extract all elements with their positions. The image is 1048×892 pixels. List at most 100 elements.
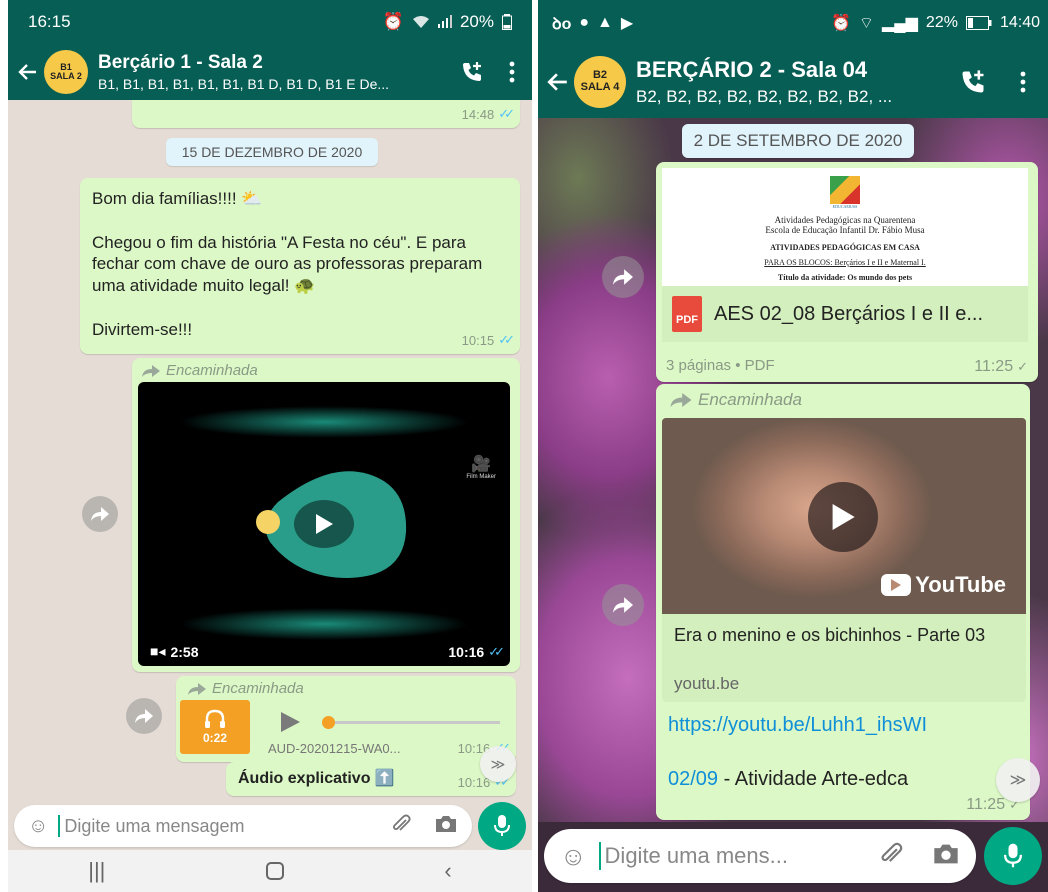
document-message-bubble[interactable]: EDUCAMUSS Atividades Pedagógicas na Quar… xyxy=(656,162,1038,382)
logo-caption: EDUCAMUSS xyxy=(832,204,858,209)
pdf-icon: PDF xyxy=(672,296,702,332)
date-separator: 2 DE SETEMBRO DE 2020 xyxy=(682,124,914,158)
status-time: 14:40 xyxy=(999,14,1040,31)
chat-title-block[interactable]: Berçário 1 - Sala 2 B1, B1, B1, B1, B1, … xyxy=(98,52,452,92)
battery-icon xyxy=(965,16,992,30)
video-thumbnail[interactable]: 🎥 Film Maker ■◂ 2:58 10:16 ✓✓ xyxy=(138,382,510,666)
alarm-icon: ⏰ xyxy=(831,15,851,32)
alarm-icon: ⏰ xyxy=(382,12,404,31)
nav-back-icon[interactable]: ‹ xyxy=(444,858,451,884)
message-notification-icon: ● xyxy=(579,14,590,31)
message-input[interactable]: Digite uma mensagem xyxy=(64,816,390,837)
more-options-icon[interactable] xyxy=(998,70,1048,94)
youtube-logo: YouTube xyxy=(881,572,1006,598)
play-button-icon[interactable] xyxy=(294,500,354,548)
audio-play-icon[interactable] xyxy=(278,710,302,739)
message-list[interactable]: 2 DE SETEMBRO DE 2020 EDUCAMUSS Atividad… xyxy=(538,118,1048,822)
text-message-bubble[interactable]: Bom dia famílias!!!! ⛅ Chegou o fim da h… xyxy=(80,178,520,354)
app-notification-icon: ꝺo xyxy=(552,16,572,33)
date-separator: 15 DE DEZEMBRO DE 2020 xyxy=(166,138,378,166)
audio-progress-knob[interactable] xyxy=(322,716,335,729)
emoji-icon[interactable]: ☺ xyxy=(28,815,48,838)
back-arrow-icon[interactable] xyxy=(544,68,572,96)
video-message-bubble[interactable]: Encaminhada 🎥 Film Maker ■◂ 2:58 10:16 ✓… xyxy=(132,358,520,672)
message-time: 10:15 xyxy=(461,332,495,348)
recent-apps-icon[interactable]: ||| xyxy=(88,858,105,884)
camera-icon[interactable] xyxy=(434,814,458,839)
microphone-icon xyxy=(494,815,510,836)
mic-button[interactable] xyxy=(984,827,1042,885)
school-logo-icon xyxy=(830,176,860,204)
group-avatar[interactable]: B2 SALA 4 xyxy=(574,56,626,108)
link-preview-card[interactable]: YouTube Era o menino e os bichinhos - Pa… xyxy=(662,418,1026,702)
attachment-icon[interactable] xyxy=(878,841,904,872)
home-icon[interactable] xyxy=(265,862,284,880)
film-maker-watermark: 🎥 Film Maker xyxy=(466,456,496,480)
forwarded-label: Encaminhada xyxy=(670,390,802,410)
audio-message-bubble[interactable]: Encaminhada 0:22 AUD-20201215-WA0... 10:… xyxy=(176,676,516,762)
video-camera-icon: ■◂ xyxy=(150,643,166,659)
battery-icon xyxy=(502,14,512,30)
wifi-icon xyxy=(412,16,429,28)
read-ticks-icon: ✓✓ xyxy=(498,106,515,121)
add-call-icon[interactable] xyxy=(452,60,492,84)
group-avatar[interactable]: B1 SALA 2 xyxy=(44,50,88,94)
message-input-bar: ☺ Digite uma mens... xyxy=(538,826,1048,886)
play-notification-icon: ▶ xyxy=(620,15,634,32)
video-duration: ■◂ 2:58 xyxy=(150,643,199,660)
audio-progress-track[interactable] xyxy=(328,721,500,724)
battery-percent: 22% xyxy=(925,14,958,31)
link-title: Era o menino e os bichinhos - Parte 03 xyxy=(674,625,986,645)
pdf-meta: 3 páginas • PDF xyxy=(666,357,775,374)
message-time: 11:25 xyxy=(966,796,1006,813)
video-time: 10:16 ✓✓ xyxy=(448,644,505,660)
scroll-down-button[interactable]: ≫ xyxy=(480,746,516,782)
left-phone-screen: 16:15 ⏰ 20% B1 SALA 2 Berçário 1 - Sala … xyxy=(8,0,532,892)
emoji-icon[interactable]: ☺ xyxy=(560,841,587,872)
video-thumbnail[interactable]: YouTube xyxy=(662,418,1026,614)
forwarded-label: Encaminhada xyxy=(188,680,304,697)
pdf-file-row[interactable]: PDF AES 02_08 Berçários I e II e... xyxy=(662,286,1028,342)
message-input[interactable]: Digite uma mens... xyxy=(605,843,878,869)
audio-duration: 0:22 xyxy=(202,731,228,745)
message-field[interactable]: ☺ Digite uma mensagem xyxy=(14,805,472,847)
message-bubble[interactable]: 14:48 ✓✓ xyxy=(132,100,520,128)
microphone-icon xyxy=(1004,843,1022,868)
battery-percent: 20% xyxy=(459,12,494,31)
add-call-icon[interactable] xyxy=(948,68,998,96)
forward-button[interactable] xyxy=(602,256,644,298)
back-arrow-icon[interactable] xyxy=(14,58,42,86)
chat-title-block[interactable]: BERÇÁRIO 2 - Sala 04 B2, B2, B2, B2, B2,… xyxy=(636,57,948,107)
pdf-preview[interactable]: EDUCAMUSS Atividades Pedagógicas na Quar… xyxy=(662,168,1028,286)
link-message-bubble[interactable]: Encaminhada YouTube Era o menino e os bi… xyxy=(656,384,1030,820)
mic-button[interactable] xyxy=(478,802,526,850)
attachment-icon[interactable] xyxy=(390,813,412,840)
audio-filename: AUD-20201215-WA0... xyxy=(268,741,401,756)
camera-icon[interactable] xyxy=(932,842,960,871)
text-message-bubble[interactable]: Áudio explicativo ⬆️ 10:16✓✓ xyxy=(226,762,516,796)
forward-button[interactable] xyxy=(82,496,118,532)
forwarded-icon xyxy=(188,682,206,695)
signal-icon xyxy=(437,15,452,28)
message-list[interactable]: 14:48 ✓✓ 15 DE DEZEMBRO DE 2020 Bom dia f… xyxy=(8,100,532,802)
message-field[interactable]: ☺ Digite uma mens... xyxy=(544,829,976,883)
wifi-icon: ⌔ xyxy=(858,15,874,32)
link-url[interactable]: https://youtu.be/Luhh1_ihsWI xyxy=(668,714,927,737)
forward-button[interactable] xyxy=(602,584,644,626)
warning-icon: ▲ xyxy=(597,14,613,31)
sent-tick-icon: ✓ xyxy=(1017,359,1028,374)
android-nav-bar: ||| ‹ xyxy=(8,850,532,892)
date-link[interactable]: 02/09 xyxy=(668,768,718,790)
status-bar: 16:15 ⏰ 20% xyxy=(8,0,532,44)
more-options-icon[interactable] xyxy=(492,61,532,83)
forward-button[interactable] xyxy=(126,698,162,734)
message-text: 02/09 - Atividade Arte-edca xyxy=(668,768,909,790)
forwarded-icon xyxy=(142,364,160,377)
chat-header: B1 SALA 2 Berçário 1 - Sala 2 B1, B1, B1… xyxy=(8,44,532,100)
scroll-down-button[interactable]: ≫ xyxy=(996,758,1040,802)
chat-participants: B1, B1, B1, B1, B1, B1, B1 D, B1 D, B1 E… xyxy=(98,76,390,92)
chat-header: B2 SALA 4 BERÇÁRIO 2 - Sala 04 B2, B2, B… xyxy=(538,46,1048,118)
right-phone-screen: ꝺo ● ▲ ▶ ⏰ ⌔ ▂▄▆ 22% 14:40 B2 SALA 4 BER… xyxy=(538,0,1048,892)
pdf-filename: AES 02_08 Berçários I e II e... xyxy=(714,302,984,325)
play-button-icon[interactable] xyxy=(808,482,878,552)
